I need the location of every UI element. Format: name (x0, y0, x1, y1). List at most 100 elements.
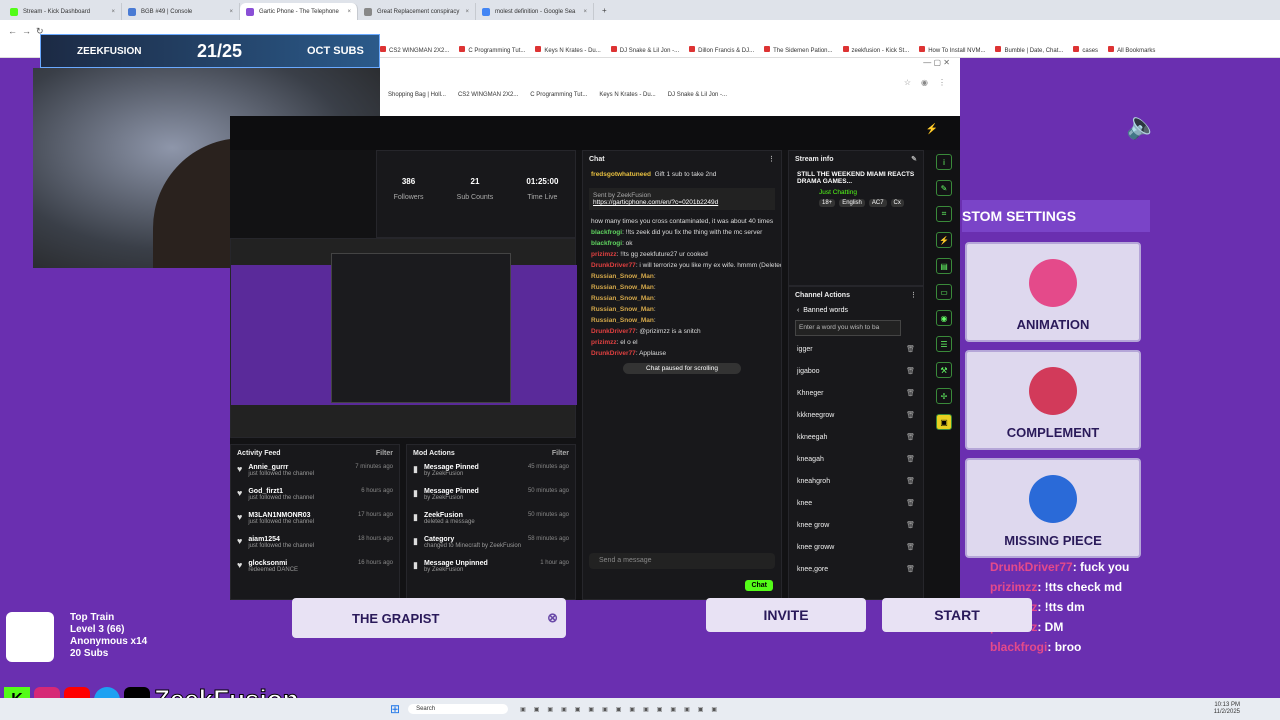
taskbar-search[interactable]: Search (408, 704, 509, 714)
chat-message[interactable]: DrunkDriver77: Applause (583, 348, 781, 359)
chat-username[interactable]: blackfrogi (591, 240, 622, 247)
bookmark-item[interactable]: cases (1073, 46, 1098, 54)
extension-icon[interactable]: ◉ (921, 78, 928, 87)
forward-icon[interactable]: → (22, 26, 31, 36)
edit-icon[interactable]: ✎ (911, 155, 917, 163)
browser-tab[interactable]: molest definition - Google Sea × (476, 3, 594, 20)
feed-item[interactable]: ♥ glocksonmi redeemed DANCE 16 hours ago (231, 557, 399, 581)
chat-username[interactable]: DrunkDriver77 (591, 350, 636, 357)
tab-close-icon[interactable]: × (229, 9, 233, 15)
chat-message[interactable]: Russian_Snow_Man: (583, 304, 781, 315)
pinned-message[interactable]: Sent by ZeekFusion https://garticphone.c… (589, 188, 775, 210)
feed-item[interactable]: ♥ Annie_gurrr just followed the channel 7 m… (231, 461, 399, 485)
tab-close-icon[interactable]: × (347, 9, 351, 15)
bookmark-item[interactable]: DJ Snake & Lil Jon -... (668, 92, 727, 108)
chat-username[interactable]: DrunkDriver77 (591, 328, 636, 335)
feed-item[interactable]: ♥ God_firzt1 just followed the channel 6 ho… (231, 485, 399, 509)
bookmark-item[interactable]: The Sidemen Pation... (764, 46, 832, 54)
chat-message[interactable]: Russian_Snow_Man: (583, 315, 781, 326)
bookmark-item[interactable]: zeekfusion - Kick St... (843, 46, 910, 54)
trash-icon[interactable]: 🗑 (906, 499, 915, 507)
chat-input[interactable]: Send a message (589, 553, 775, 569)
scan-icon[interactable]: ⌗ (936, 206, 952, 222)
feed-item[interactable]: ▮ Category changed to Minecraft by ZeekFus… (407, 533, 575, 557)
bolt-icon[interactable]: ⚡ (936, 232, 952, 248)
browser-tab[interactable]: Great Replacement conspiracy × (358, 3, 476, 20)
chat-username[interactable]: blackfrogi (591, 229, 622, 236)
chat-message[interactable]: blackfrogi: !!ts zeek did you fix the th… (583, 227, 781, 238)
chat-message[interactable]: prizimzz: !!ts gg zeekfuture27 ur cooked (583, 249, 781, 260)
complement-card[interactable]: COMPLEMENT (965, 350, 1141, 450)
bookmark-item[interactable]: Dillon Francis & DJ... (689, 46, 754, 54)
gift-banner[interactable]: fredsgotwhatuneed Gift 1 sub to take 2nd (583, 167, 781, 182)
chat-message[interactable]: Russian_Snow_Man: (583, 282, 781, 293)
trash-icon[interactable]: 🗑 (906, 477, 915, 485)
windows-start-icon[interactable]: ⊞ (390, 702, 400, 716)
back-icon[interactable]: ← (8, 26, 17, 36)
taskbar-clock[interactable]: 10:13 PM 11/2/2025 (1214, 702, 1240, 716)
grid-icon[interactable]: ✢ (936, 388, 952, 404)
info-icon[interactable]: i (936, 154, 952, 170)
menu-icon[interactable]: ⋮ (938, 78, 946, 87)
chat-username[interactable]: Russian_Snow_Man (591, 295, 654, 302)
trash-icon[interactable]: 🗑 (906, 455, 915, 463)
chat-message[interactable]: DrunkDriver77: @prizimzz is a snitch (583, 326, 781, 337)
browser-tab[interactable]: Gartic Phone - The Telephone × (240, 3, 358, 20)
chat-username[interactable]: Russian_Snow_Man (591, 317, 654, 324)
browser-tab[interactable]: BGB #49 | Console × (122, 3, 240, 20)
invite-button[interactable]: INVITE (706, 598, 866, 632)
chat-username[interactable]: Russian_Snow_Man (591, 284, 654, 291)
bookmark-item[interactable]: All Bookmarks (1108, 46, 1155, 54)
gift-icon[interactable]: ▣ (936, 414, 952, 430)
trash-icon[interactable]: 🗑 (906, 543, 915, 551)
bookmark-item[interactable]: CS2 WINGMAN 2X2... (380, 46, 449, 54)
chat-message[interactable]: Russian_Snow_Man: (583, 271, 781, 282)
bookmark-item[interactable]: Keys N Krates - Du... (599, 92, 655, 108)
channel-menu-icon[interactable]: ⋮ (910, 291, 917, 299)
browser-tab[interactable]: Stream - Kick Dashboard × (4, 3, 122, 20)
chat-icon[interactable]: ▭ (936, 284, 952, 300)
banned-word-input[interactable]: Enter a word you wish to ba (795, 320, 901, 336)
feed-item[interactable]: ▮ Message Unpinned by ZeekFusion 1 hour ago (407, 557, 575, 581)
bookmark-item[interactable]: Keys N Krates - Du... (535, 46, 600, 54)
activity-filter-button[interactable]: Filter (376, 450, 393, 457)
stream-category[interactable]: Just Chatting (789, 189, 923, 196)
bookmark-item[interactable]: DJ Snake & Lil Jon -... (611, 46, 679, 54)
broadcast-icon[interactable]: ◉ (936, 310, 952, 326)
server-icon[interactable]: ☰ (936, 336, 952, 352)
chat-message[interactable]: DrunkDriver77: i will terrorize you like… (583, 260, 781, 271)
feed-item[interactable]: ▮ ZeekFusion deleted a message 50 minutes a… (407, 509, 575, 533)
pinned-link[interactable]: https://garticphone.com/en/?c=0201b2249d (593, 199, 771, 206)
tab-close-icon[interactable]: × (465, 9, 469, 15)
pencil-icon[interactable]: ✎ (936, 180, 952, 196)
feed-item[interactable]: ♥ aiam1254 just followed the channel 18 hou… (231, 533, 399, 557)
chat-username[interactable]: prizimzz (591, 339, 617, 346)
bookmark-item[interactable]: Shopping Bag | Holl... (388, 92, 446, 108)
trash-icon[interactable]: 🗑 (906, 345, 915, 353)
chat-username[interactable]: DrunkDriver77 (591, 262, 636, 269)
star-icon[interactable]: ☆ (904, 78, 911, 87)
chat-message[interactable]: how many times you cross contaminated, i… (583, 216, 781, 227)
bookmark-item[interactable]: CS2 WINGMAN 2X2... (458, 92, 518, 108)
chat-message[interactable]: prizimzz: el o el (583, 337, 781, 348)
chat-username[interactable]: prizimzz (591, 251, 617, 258)
bookmark-item[interactable]: C Programming Tut... (530, 92, 587, 108)
trash-icon[interactable]: 🗑 (906, 389, 915, 397)
chat-paused-banner[interactable]: Chat paused for scrolling (623, 363, 741, 374)
kick-player-icon[interactable]: ⊗ (547, 610, 558, 626)
trash-icon[interactable]: 🗑 (906, 367, 915, 375)
trash-icon[interactable]: 🗑 (906, 521, 915, 529)
mod-filter-button[interactable]: Filter (552, 450, 569, 457)
trash-icon[interactable]: 🗑 (906, 433, 915, 441)
chat-send-button[interactable]: Chat (745, 580, 773, 591)
chat-message[interactable]: Russian_Snow_Man: (583, 293, 781, 304)
sound-icon[interactable]: 🔈 (1126, 110, 1158, 141)
trash-icon[interactable]: 🗑 (906, 565, 915, 573)
feed-item[interactable]: ♥ M3LAN1NMONR03 just followed the channel 1… (231, 509, 399, 533)
animation-card[interactable]: ANIMATION (965, 242, 1141, 342)
tab-close-icon[interactable]: × (583, 9, 587, 15)
bookmark-item[interactable]: C Programming Tut... (459, 46, 525, 54)
chat-username[interactable]: Russian_Snow_Man (591, 306, 654, 313)
wrench-icon[interactable]: ⚒ (936, 362, 952, 378)
bookmark-item[interactable]: Bumble | Date, Chat... (995, 46, 1063, 54)
